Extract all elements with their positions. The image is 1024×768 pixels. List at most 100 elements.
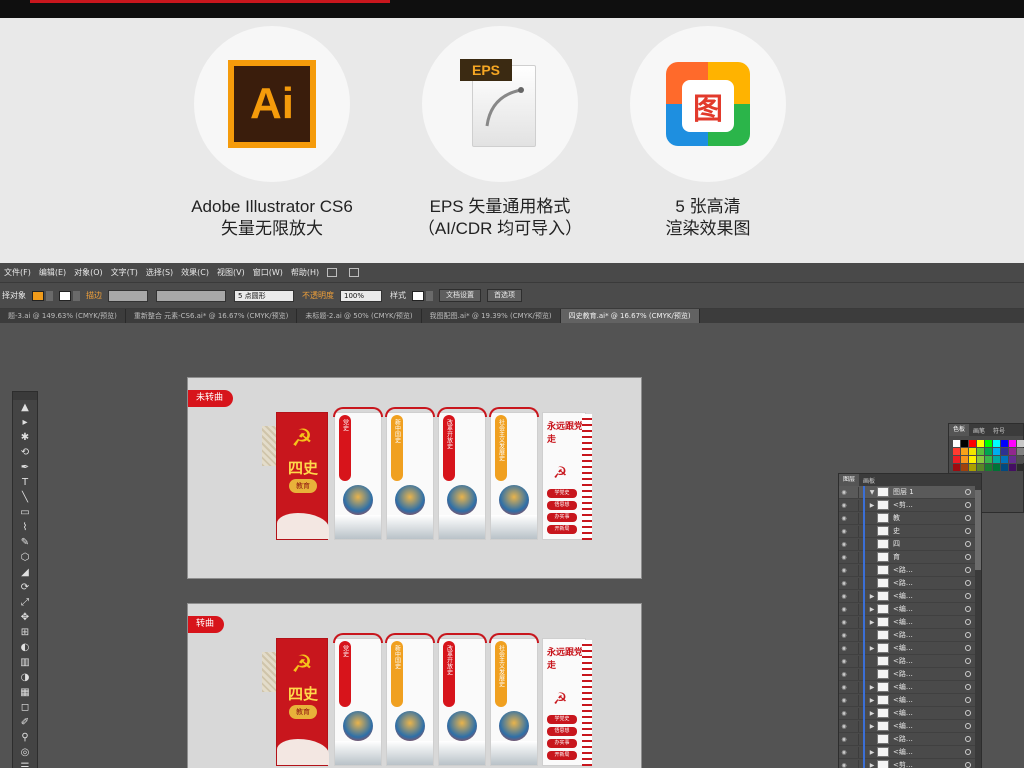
tool-button-10[interactable]: ⬡: [13, 550, 37, 565]
color-swatch[interactable]: [961, 440, 968, 447]
lock-toggle[interactable]: [849, 668, 859, 680]
lock-toggle[interactable]: [849, 642, 859, 654]
culture-wall-design[interactable]: ☭ 四史 教育 党史 新中国史 改革开放史 社会主义发展史 永远跟党走 ☭ 学党…: [262, 633, 592, 768]
layer-name[interactable]: <编…: [893, 695, 913, 705]
color-swatch[interactable]: [969, 456, 976, 463]
stroke-weight-field[interactable]: [108, 289, 148, 302]
layer-name[interactable]: <编…: [893, 591, 913, 601]
color-swatch[interactable]: [985, 456, 992, 463]
layer-name[interactable]: 育: [893, 552, 900, 562]
color-swatch[interactable]: [985, 448, 992, 455]
lock-toggle[interactable]: [849, 590, 859, 602]
lock-toggle[interactable]: [849, 538, 859, 550]
layer-name[interactable]: <路…: [893, 578, 913, 588]
expand-triangle-icon[interactable]: ▶: [867, 710, 877, 717]
color-swatch[interactable]: [1017, 464, 1024, 471]
fill-dropdown-icon[interactable]: [46, 290, 53, 301]
color-swatch[interactable]: [953, 464, 960, 471]
color-swatch[interactable]: [953, 440, 960, 447]
target-circle-icon[interactable]: [965, 554, 971, 560]
color-swatch[interactable]: [1009, 464, 1016, 471]
layer-row[interactable]: ◉ <路…: [839, 732, 981, 746]
tab-swatches[interactable]: 色板: [949, 424, 970, 436]
tab-symbols[interactable]: 符号: [989, 426, 1009, 435]
expand-triangle-icon[interactable]: ▶: [867, 619, 877, 626]
target-circle-icon[interactable]: [965, 632, 971, 638]
target-circle-icon[interactable]: [965, 658, 971, 664]
expand-triangle-icon[interactable]: ▶: [867, 762, 877, 768]
color-swatch[interactable]: [953, 456, 960, 463]
visibility-eye-icon[interactable]: ◉: [839, 528, 849, 535]
layer-name[interactable]: <路…: [893, 656, 913, 666]
stroke-label[interactable]: 描边: [86, 290, 102, 301]
layer-name[interactable]: <路…: [893, 669, 913, 679]
layer-name[interactable]: <剪…: [893, 760, 913, 768]
layer-row[interactable]: ◉ ▶ <剪…: [839, 498, 981, 512]
visibility-eye-icon[interactable]: ◉: [839, 684, 849, 691]
artboard-unconverted[interactable]: 未转曲 ☭ 四史 教育 党史 新中国史 改革开放史 社会主义发展史 永远跟党走: [187, 377, 642, 579]
visibility-eye-icon[interactable]: ◉: [839, 736, 849, 743]
color-swatch[interactable]: [961, 448, 968, 455]
layer-row[interactable]: ◉ 四: [839, 537, 981, 551]
target-circle-icon[interactable]: [965, 723, 971, 729]
style-swatch[interactable]: [412, 290, 424, 301]
tool-button-19[interactable]: ▦: [13, 685, 37, 700]
layer-row[interactable]: ◉ <路…: [839, 576, 981, 590]
tab-artboards[interactable]: 画板: [859, 476, 879, 485]
layer-row[interactable]: ◉ ▶ <编…: [839, 641, 981, 655]
target-circle-icon[interactable]: [965, 645, 971, 651]
lock-toggle[interactable]: [849, 759, 859, 768]
lock-toggle[interactable]: [849, 681, 859, 693]
stroke-swatch[interactable]: [59, 290, 71, 301]
layer-row[interactable]: ◉ ▶ <编…: [839, 602, 981, 616]
visibility-eye-icon[interactable]: ◉: [839, 554, 849, 561]
menu-view[interactable]: 视图(V): [217, 267, 245, 278]
visibility-eye-icon[interactable]: ◉: [839, 580, 849, 587]
target-circle-icon[interactable]: [965, 515, 971, 521]
tool-button-5[interactable]: T: [13, 475, 37, 490]
target-circle-icon[interactable]: [965, 749, 971, 755]
lock-toggle[interactable]: [849, 707, 859, 719]
menu-select[interactable]: 选择(S): [146, 267, 173, 278]
visibility-eye-icon[interactable]: ◉: [839, 658, 849, 665]
layer-row[interactable]: ◉ <路…: [839, 563, 981, 577]
menu-file[interactable]: 文件(F): [4, 267, 31, 278]
arrange-documents-icon[interactable]: [349, 268, 360, 277]
target-circle-icon[interactable]: [965, 580, 971, 586]
expand-triangle-icon[interactable]: ▶: [867, 697, 877, 704]
lock-toggle[interactable]: [849, 577, 859, 589]
visibility-eye-icon[interactable]: ◉: [839, 619, 849, 626]
layer-row[interactable]: ◉ ▶ <编…: [839, 680, 981, 694]
opacity-field[interactable]: 100%: [340, 289, 382, 302]
lock-toggle[interactable]: [849, 512, 859, 524]
tool-button-4[interactable]: ✒: [13, 460, 37, 475]
target-circle-icon[interactable]: [965, 697, 971, 703]
tool-button-23[interactable]: ◎: [13, 745, 37, 760]
visibility-eye-icon[interactable]: ◉: [839, 762, 849, 768]
brush-field[interactable]: 5 点圆形: [234, 289, 294, 302]
layer-name[interactable]: 图层 1: [893, 487, 914, 497]
color-swatch[interactable]: [993, 440, 1000, 447]
color-swatch[interactable]: [1001, 440, 1008, 447]
color-swatch[interactable]: [985, 464, 992, 471]
tool-button-14[interactable]: ✥: [13, 610, 37, 625]
color-swatch[interactable]: [961, 464, 968, 471]
layer-row[interactable]: ◉ <路…: [839, 628, 981, 642]
color-swatch[interactable]: [969, 448, 976, 455]
layer-name[interactable]: <路…: [893, 734, 913, 744]
lock-toggle[interactable]: [849, 564, 859, 576]
lock-toggle[interactable]: [849, 499, 859, 511]
layer-name[interactable]: <编…: [893, 643, 913, 653]
color-swatch[interactable]: [1017, 440, 1024, 447]
lock-toggle[interactable]: [849, 733, 859, 745]
layer-row[interactable]: ◉ ▶ <剪…: [839, 758, 981, 768]
layer-name[interactable]: <路…: [893, 630, 913, 640]
visibility-eye-icon[interactable]: ◉: [839, 541, 849, 548]
tool-button-17[interactable]: ▥: [13, 655, 37, 670]
lock-toggle[interactable]: [849, 525, 859, 537]
layer-name[interactable]: 四: [893, 539, 900, 549]
tool-button-7[interactable]: ▭: [13, 505, 37, 520]
tool-button-11[interactable]: ◢: [13, 565, 37, 580]
color-swatch[interactable]: [969, 464, 976, 471]
visibility-eye-icon[interactable]: ◉: [839, 632, 849, 639]
